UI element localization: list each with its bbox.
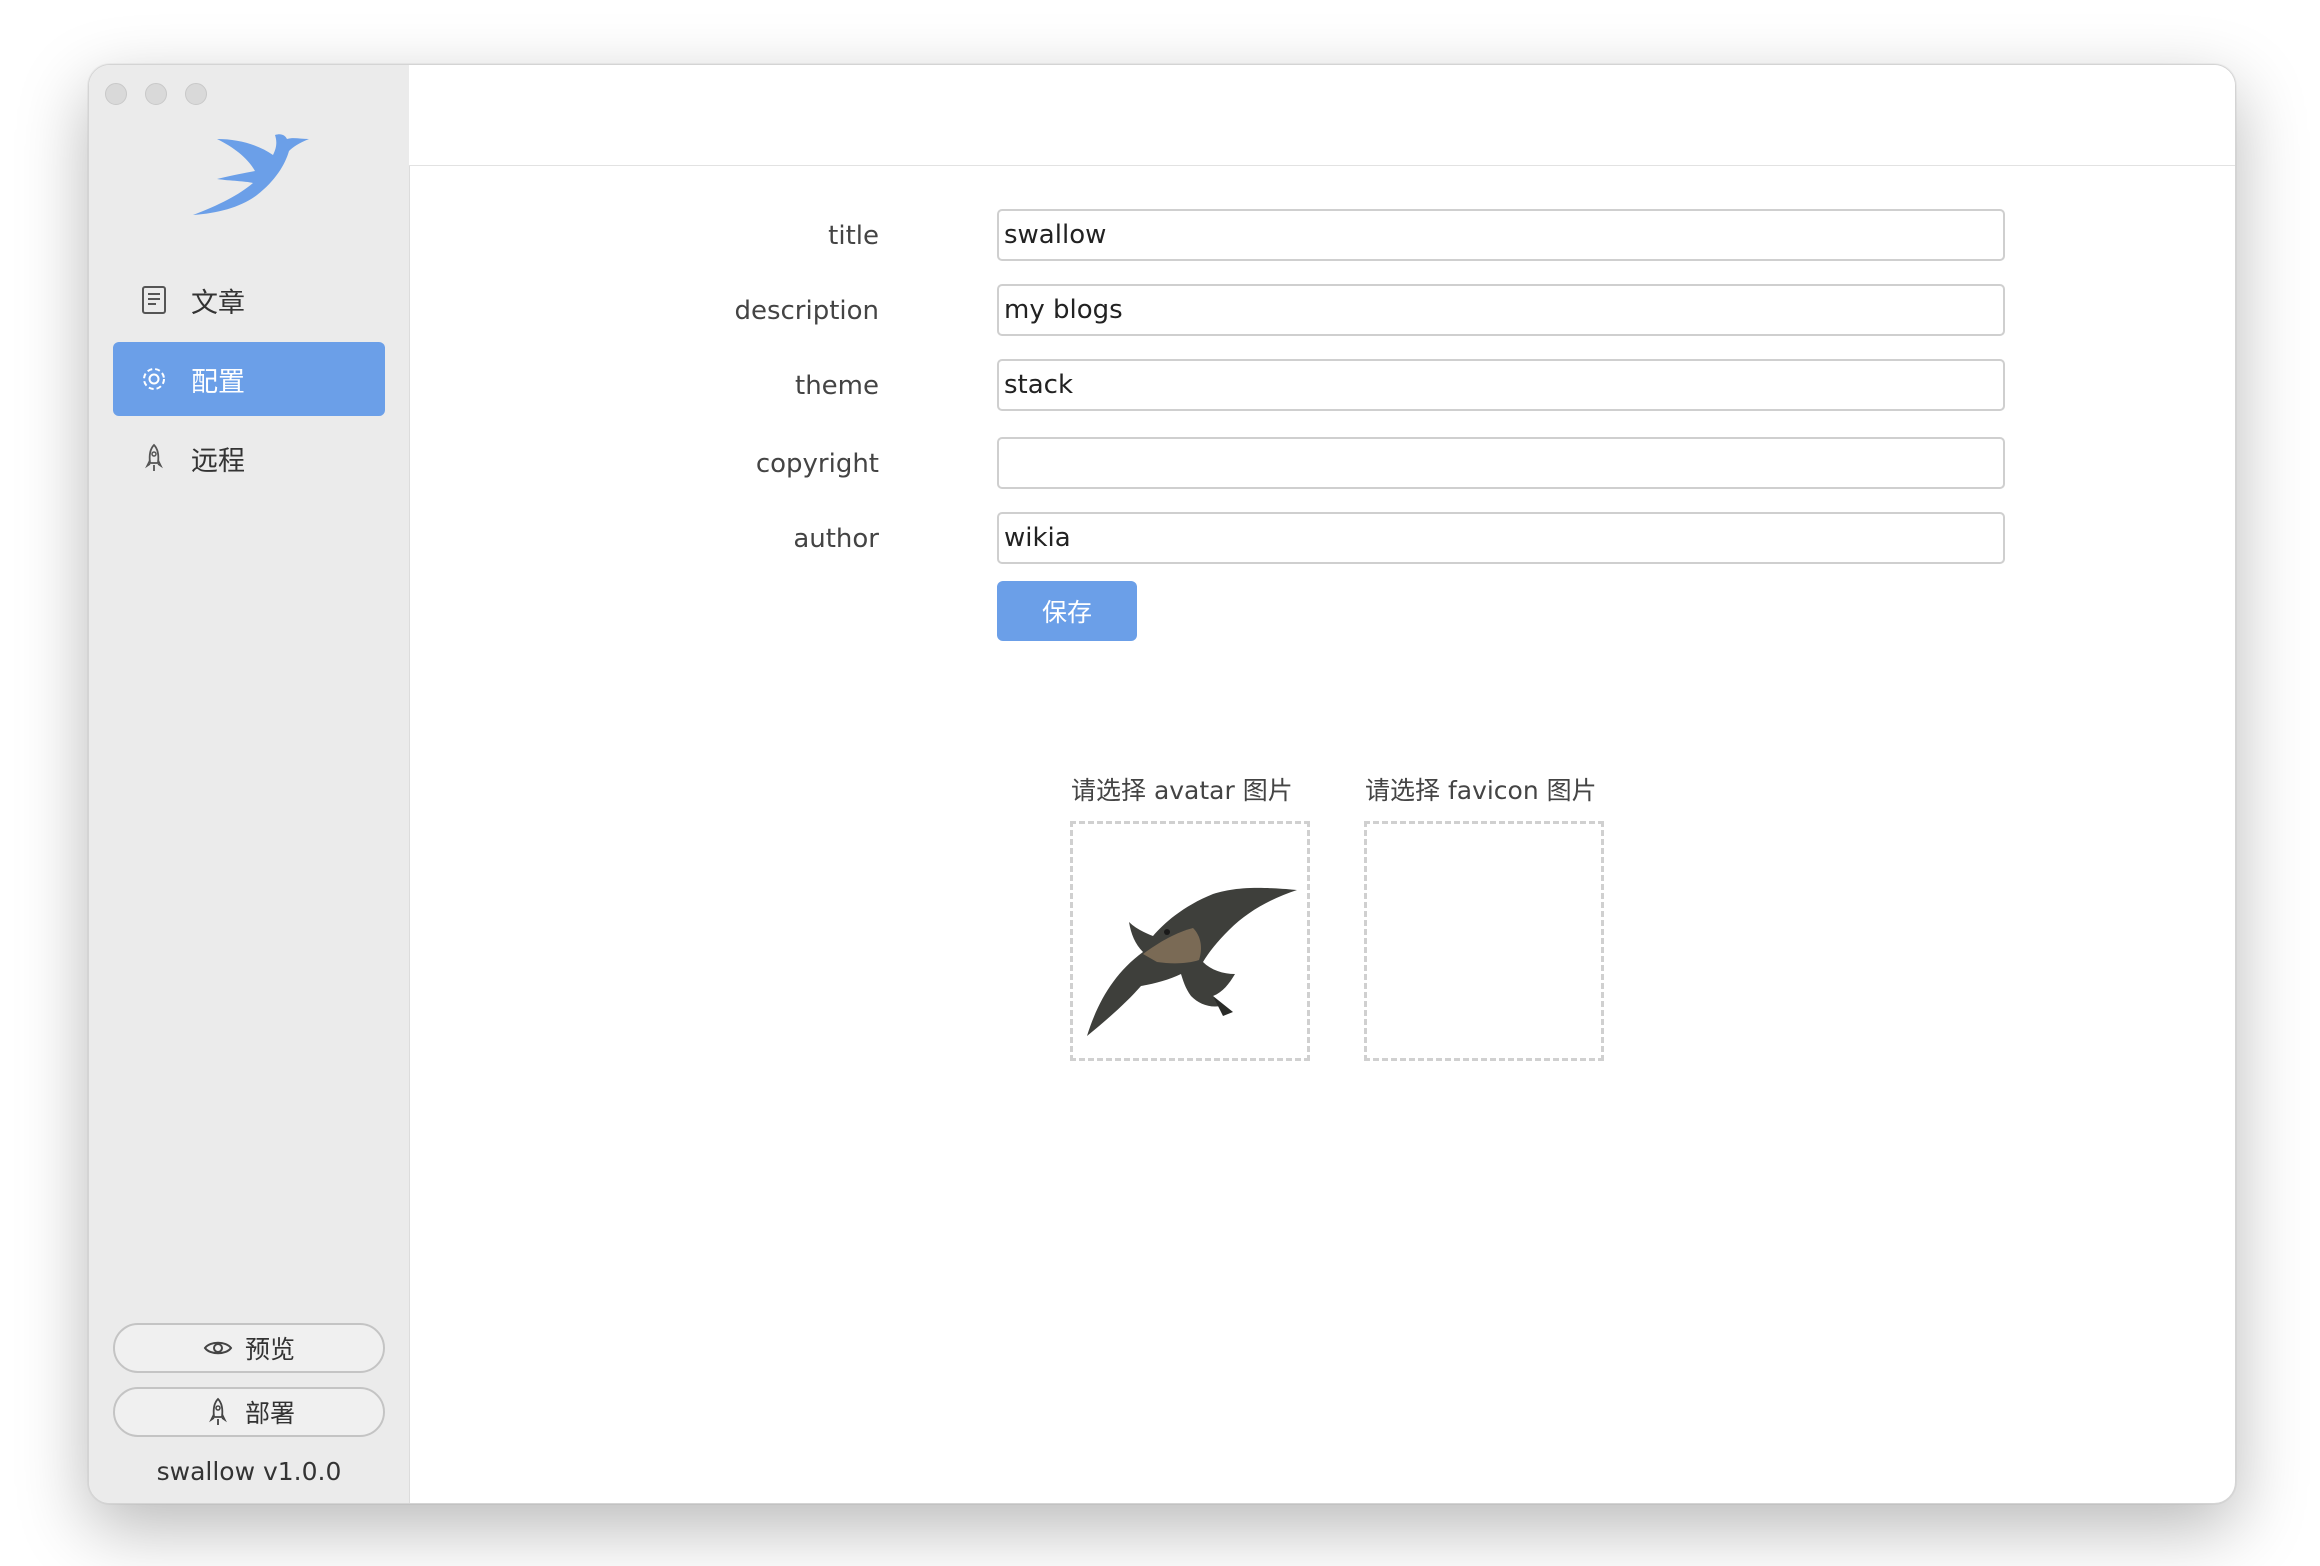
form-row-description: description — [409, 284, 2235, 338]
gear-icon — [139, 364, 169, 394]
sidebar-item-articles[interactable]: 文章 — [113, 263, 385, 337]
save-button[interactable]: 保存 — [997, 581, 1137, 641]
author-label: author — [793, 524, 879, 554]
preview-button[interactable]: 预览 — [113, 1323, 385, 1373]
deploy-button[interactable]: 部署 — [113, 1387, 385, 1437]
preview-button-label: 预览 — [244, 1335, 295, 1364]
version-label: swallow v1.0.0 — [156, 1457, 342, 1486]
favicon-upload-box[interactable] — [1364, 821, 1604, 1061]
title-input[interactable] — [997, 209, 2005, 261]
favicon-upload-label: 请选择 favicon 图片 — [1365, 776, 1597, 805]
form-row-copyright: copyright — [409, 437, 2235, 491]
title-label: title — [828, 221, 879, 251]
theme-input[interactable] — [997, 359, 2005, 411]
title-bar — [409, 65, 2235, 166]
copyright-input[interactable] — [997, 437, 2005, 489]
author-input[interactable] — [997, 512, 2005, 564]
sidebar-item-label: 远程 — [191, 445, 245, 477]
eye-icon — [203, 1333, 233, 1363]
rocket-icon — [203, 1397, 233, 1427]
deploy-button-label: 部署 — [244, 1399, 295, 1428]
swallow-logo-icon — [193, 134, 309, 215]
form-row-title: title — [409, 209, 2235, 263]
theme-label: theme — [795, 371, 879, 401]
zoom-window-button[interactable] — [185, 83, 207, 105]
avatar-bird-image — [1087, 887, 1297, 1036]
minimize-window-button[interactable] — [145, 83, 167, 105]
form-row-author: author — [409, 512, 2235, 566]
document-icon — [139, 285, 169, 315]
sidebar: 文章 配置 远程 预览 部署 swallow v1.0.0 — [89, 65, 410, 1503]
description-label: description — [734, 296, 879, 326]
form-row-theme: theme — [409, 359, 2235, 413]
rocket-icon — [139, 443, 169, 473]
sidebar-item-config[interactable]: 配置 — [113, 342, 385, 416]
avatar-upload-label: 请选择 avatar 图片 — [1071, 776, 1293, 805]
app-window: 文章 配置 远程 预览 部署 swallow v1.0.0 title swal… — [88, 64, 2236, 1504]
avatar-upload-box[interactable] — [1070, 821, 1310, 1061]
close-window-button[interactable] — [105, 83, 127, 105]
sidebar-item-remote[interactable]: 远程 — [113, 421, 385, 495]
description-input[interactable] — [997, 284, 2005, 336]
sidebar-item-label: 配置 — [191, 366, 245, 398]
copyright-label: copyright — [755, 449, 879, 479]
sidebar-item-label: 文章 — [191, 287, 245, 319]
